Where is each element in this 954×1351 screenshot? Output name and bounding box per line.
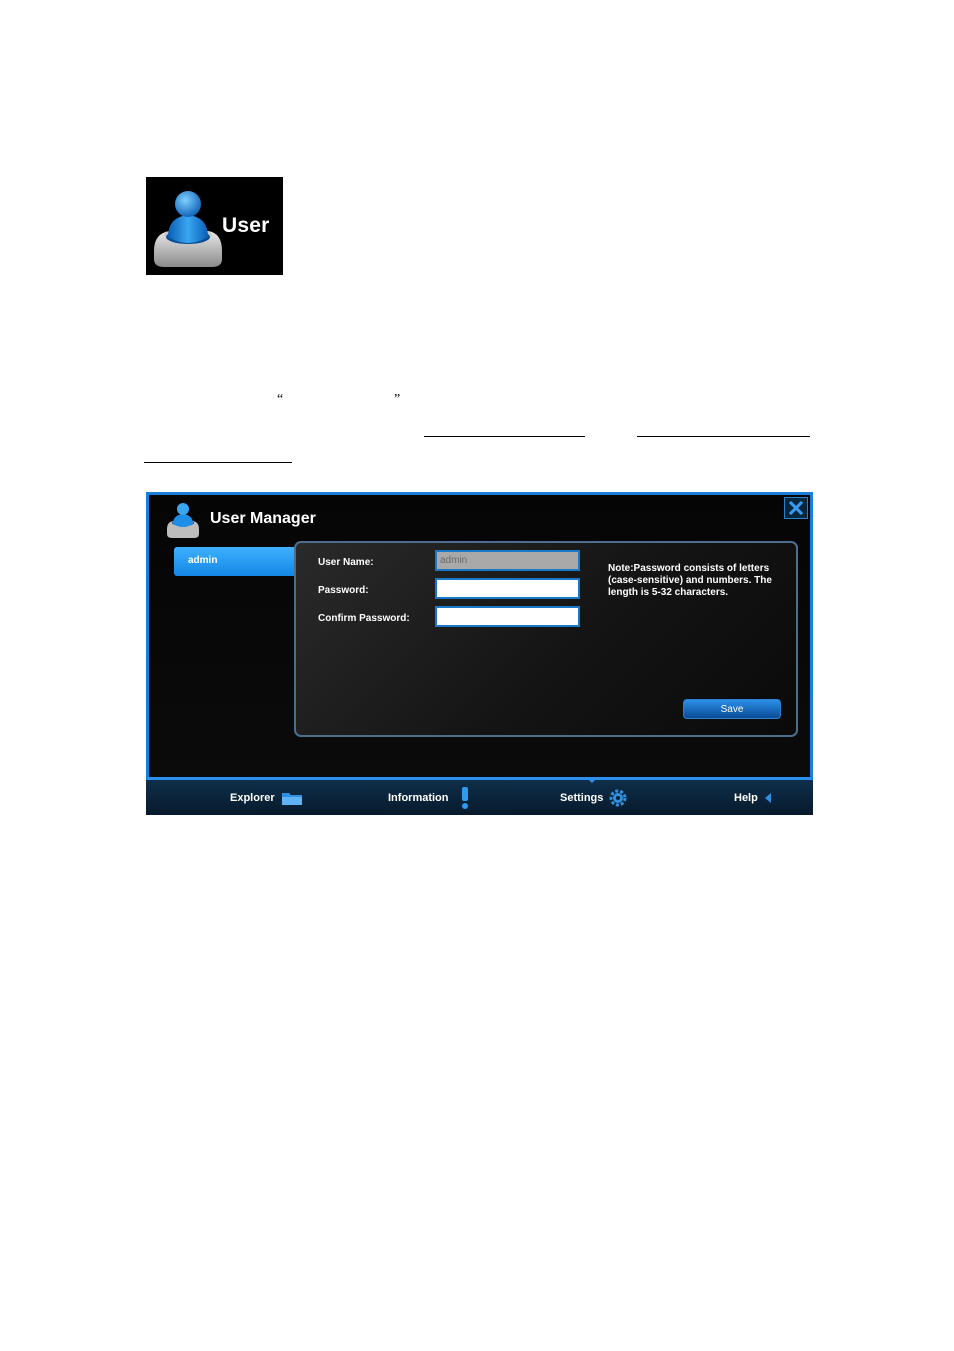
user-tile: User bbox=[146, 177, 283, 275]
user-list-item-admin[interactable]: admin bbox=[174, 547, 297, 576]
bottom-nav: Explorer Information Settings Help bbox=[146, 777, 813, 815]
exclamation-icon bbox=[461, 786, 469, 809]
window-frame: User Manager admin User Name: Password: … bbox=[146, 492, 813, 780]
username-label: User Name: bbox=[318, 557, 374, 568]
confirm-password-input[interactable] bbox=[435, 606, 580, 627]
password-label: Password: bbox=[318, 585, 369, 596]
gear-icon bbox=[609, 789, 627, 807]
underline-1 bbox=[424, 436, 585, 437]
nav-explorer[interactable]: Explorer bbox=[230, 780, 303, 815]
folder-icon bbox=[281, 790, 303, 806]
window-title: User Manager bbox=[210, 510, 316, 527]
close-icon bbox=[789, 501, 803, 515]
underline-2 bbox=[637, 436, 810, 437]
password-note: Note:Password consists of letters (case-… bbox=[608, 563, 772, 598]
user-form-panel: User Name: Password: Confirm Password: N… bbox=[294, 541, 798, 737]
nav-explorer-label: Explorer bbox=[230, 791, 275, 804]
nav-settings[interactable]: Settings bbox=[560, 780, 627, 815]
nav-information-label: Information bbox=[388, 791, 449, 804]
nav-settings-label: Settings bbox=[560, 791, 604, 804]
arrow-left-icon bbox=[764, 792, 772, 804]
close-quote: ” bbox=[394, 392, 401, 407]
user-manager-window: User Manager admin User Name: Password: … bbox=[146, 492, 813, 815]
confirm-password-label: Confirm Password: bbox=[318, 613, 410, 624]
open-quote: “ bbox=[277, 392, 284, 407]
close-button[interactable] bbox=[784, 497, 808, 519]
username-input bbox=[435, 550, 580, 571]
save-button[interactable]: Save bbox=[683, 699, 781, 719]
password-input[interactable] bbox=[435, 578, 580, 599]
user-manager-icon bbox=[167, 503, 199, 538]
nav-help-label: Help bbox=[734, 791, 758, 804]
nav-information[interactable]: Information bbox=[388, 780, 469, 815]
nav-help[interactable]: Help bbox=[734, 780, 772, 815]
user-tile-label: User bbox=[222, 214, 270, 237]
underline-3 bbox=[144, 462, 292, 463]
